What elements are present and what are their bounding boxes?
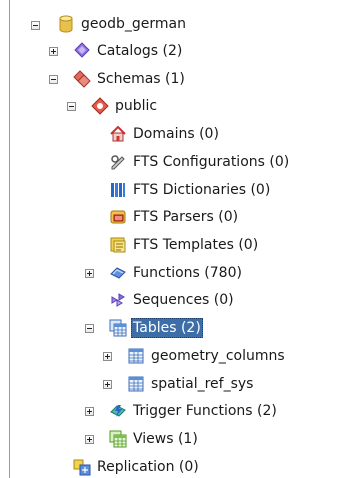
fts-dictionary-icon bbox=[109, 181, 127, 199]
expand-toggle-trigger-functions[interactable] bbox=[85, 407, 94, 416]
collapse-toggle-database[interactable] bbox=[31, 21, 40, 30]
tree-node-table-spatial-ref-sys[interactable]: spatial_ref_sys bbox=[127, 374, 255, 394]
fts-dictionaries-label: FTS Dictionaries (0) bbox=[133, 182, 271, 198]
tree-node-trigger-functions[interactable]: Trigger Functions (2) bbox=[109, 401, 279, 421]
public-label: public bbox=[115, 98, 158, 114]
expand-toggle-functions[interactable] bbox=[85, 269, 94, 278]
tree-node-domains[interactable]: Domains (0) bbox=[109, 124, 221, 144]
tables-label: Tables (2) bbox=[131, 318, 203, 338]
fts-template-icon bbox=[109, 236, 127, 254]
trigger-functions-label: Trigger Functions (2) bbox=[133, 403, 277, 419]
domain-icon bbox=[109, 125, 127, 143]
table-item-label: spatial_ref_sys bbox=[151, 376, 254, 392]
tree-node-fts-templates[interactable]: FTS Templates (0) bbox=[109, 235, 260, 255]
tree-node-fts-dictionaries[interactable]: FTS Dictionaries (0) bbox=[109, 180, 272, 200]
tree-node-tables[interactable]: Tables (2) bbox=[109, 318, 203, 338]
table-item-label: geometry_columns bbox=[151, 348, 285, 364]
table-icon bbox=[127, 347, 145, 365]
replication-label: Replication (0) bbox=[97, 459, 199, 475]
database-label: geodb_german bbox=[81, 16, 186, 32]
expand-toggle-spatial-ref-sys[interactable] bbox=[103, 380, 112, 389]
fts-parser-icon bbox=[109, 208, 127, 226]
tree-left-border bbox=[9, 0, 10, 478]
sequences-label: Sequences (0) bbox=[133, 292, 234, 308]
replication-icon bbox=[73, 458, 91, 476]
database-icon bbox=[57, 15, 75, 33]
tree-node-table-geometry-columns[interactable]: geometry_columns bbox=[127, 346, 287, 366]
tree-node-schemas[interactable]: Schemas (1) bbox=[73, 69, 187, 89]
fts-configuration-icon bbox=[109, 153, 127, 171]
tables-icon bbox=[109, 319, 127, 337]
view-icon bbox=[109, 430, 127, 448]
tree-node-public[interactable]: public bbox=[91, 96, 159, 116]
object-browser-tree: geodb_german Catalogs (2) Schemas (1) pu… bbox=[0, 0, 339, 478]
catalogs-label: Catalogs (2) bbox=[97, 43, 183, 59]
tree-node-fts-parsers[interactable]: FTS Parsers (0) bbox=[109, 207, 240, 227]
schemas-label: Schemas (1) bbox=[97, 71, 185, 87]
views-label: Views (1) bbox=[133, 431, 198, 447]
tree-node-fts-configurations[interactable]: FTS Configurations (0) bbox=[109, 152, 291, 172]
fts-configurations-label: FTS Configurations (0) bbox=[133, 154, 290, 170]
expand-toggle-geometry-columns[interactable] bbox=[103, 352, 112, 361]
function-icon bbox=[109, 264, 127, 282]
collapse-toggle-public[interactable] bbox=[67, 102, 76, 111]
collapse-toggle-tables[interactable] bbox=[85, 324, 94, 333]
tree-node-sequences[interactable]: Sequences (0) bbox=[109, 290, 236, 310]
schemas-icon bbox=[73, 70, 91, 88]
tree-node-replication[interactable]: Replication (0) bbox=[73, 457, 201, 477]
tree-node-functions[interactable]: Functions (780) bbox=[109, 263, 244, 283]
fts-templates-label: FTS Templates (0) bbox=[133, 237, 259, 253]
sequence-icon bbox=[109, 291, 127, 309]
expand-toggle-views[interactable] bbox=[85, 435, 94, 444]
tree-node-database[interactable]: geodb_german bbox=[57, 14, 188, 34]
tree-node-views[interactable]: Views (1) bbox=[109, 429, 200, 449]
collapse-toggle-schemas[interactable] bbox=[49, 75, 58, 84]
catalog-icon bbox=[73, 42, 91, 60]
tree-node-catalogs[interactable]: Catalogs (2) bbox=[73, 41, 184, 61]
schema-icon bbox=[91, 97, 109, 115]
fts-parsers-label: FTS Parsers (0) bbox=[133, 209, 239, 225]
trigger-function-icon bbox=[109, 402, 127, 420]
domains-label: Domains (0) bbox=[133, 126, 219, 142]
table-icon bbox=[127, 375, 145, 393]
expand-toggle-catalogs[interactable] bbox=[49, 47, 58, 56]
functions-label: Functions (780) bbox=[133, 265, 242, 281]
